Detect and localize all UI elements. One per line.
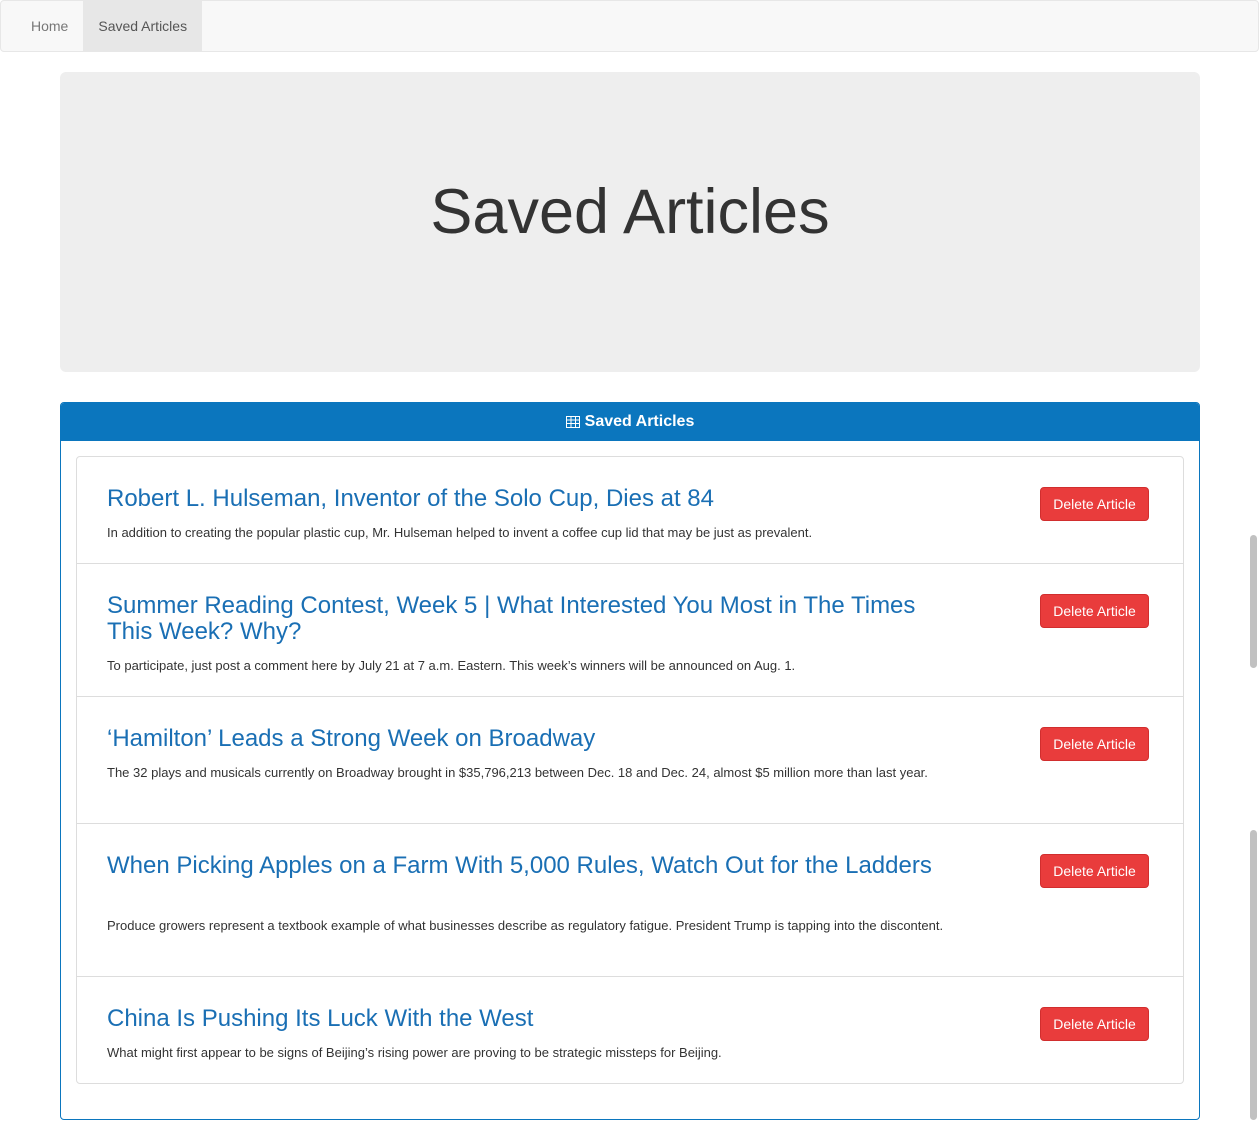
delete-article-button[interactable]: Delete Article [1040,487,1149,521]
article-list: Robert L. Hulseman, Inventor of the Solo… [76,456,1184,1084]
article-title[interactable]: China Is Pushing Its Luck With the West [107,1006,957,1032]
article-item: Robert L. Hulseman, Inventor of the Solo… [77,457,1183,564]
panel-heading-label: Saved Articles [584,413,695,430]
scrollbar-thumb[interactable] [1250,830,1257,1120]
jumbotron: Saved Articles [60,72,1200,372]
article-summary: To participate, just post a comment here… [107,658,796,673]
article-item: When Picking Apples on a Farm With 5,000… [77,824,1183,977]
article-item: China Is Pushing Its Luck With the West … [77,977,1183,1083]
delete-article-button[interactable]: Delete Article [1040,1007,1149,1041]
article-summary: In addition to creating the popular plas… [107,525,813,540]
article-title[interactable]: When Picking Apples on a Farm With 5,000… [107,853,957,879]
article-summary: What might first appear to be signs of B… [107,1045,722,1060]
nav-saved-articles-link[interactable]: Saved Articles [83,1,203,51]
article-item: ‘Hamilton’ Leads a Strong Week on Broadw… [77,697,1183,824]
article-item: Summer Reading Contest, Week 5 | What In… [77,564,1183,697]
table-icon [565,416,580,428]
page-title: Saved Articles [430,177,830,247]
saved-articles-panel: Saved Articles Robert L. Hulseman, Inven… [60,402,1200,1120]
article-title[interactable]: Robert L. Hulseman, Inventor of the Solo… [107,486,957,512]
article-summary: Produce growers represent a textbook exa… [107,918,944,933]
delete-article-button[interactable]: Delete Article [1040,727,1149,761]
delete-article-button[interactable]: Delete Article [1040,854,1149,888]
navbar: Home Saved Articles [0,0,1259,52]
nav-home-link[interactable]: Home [1,1,83,51]
article-summary: The 32 plays and musicals currently on B… [107,765,928,780]
scrollbar-thumb[interactable] [1250,535,1257,668]
panel-heading: Saved Articles [61,403,1199,441]
article-title[interactable]: Summer Reading Contest, Week 5 | What In… [107,593,957,645]
delete-article-button[interactable]: Delete Article [1040,594,1149,628]
article-title[interactable]: ‘Hamilton’ Leads a Strong Week on Broadw… [107,726,957,752]
